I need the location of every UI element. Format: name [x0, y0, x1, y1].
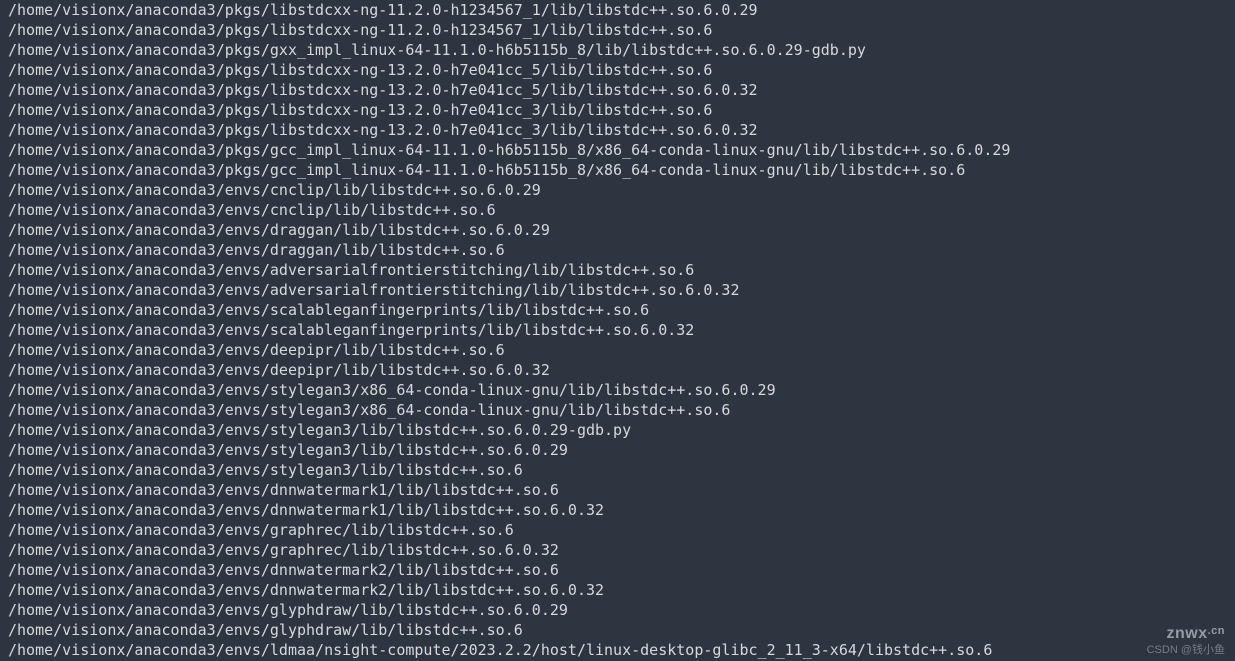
watermark-logo-suffix: .cn — [1208, 625, 1225, 637]
terminal-line: /home/visionx/anaconda3/envs/deepipr/lib… — [8, 340, 1227, 360]
terminal-line: /home/visionx/anaconda3/pkgs/libstdcxx-n… — [8, 80, 1227, 100]
terminal-line: /home/visionx/anaconda3/envs/ldmaa/nsigh… — [8, 640, 1227, 660]
terminal-line: /home/visionx/anaconda3/envs/scalablegan… — [8, 300, 1227, 320]
terminal-line: /home/visionx/anaconda3/pkgs/libstdcxx-n… — [8, 60, 1227, 80]
terminal-line: /home/visionx/anaconda3/pkgs/libstdcxx-n… — [8, 100, 1227, 120]
terminal-line: /home/visionx/anaconda3/envs/draggan/lib… — [8, 220, 1227, 240]
terminal-line: /home/visionx/anaconda3/envs/glyphdraw/l… — [8, 620, 1227, 640]
terminal-line: /home/visionx/anaconda3/envs/dnnwatermar… — [8, 560, 1227, 580]
terminal-line: /home/visionx/anaconda3/envs/stylegan3/x… — [8, 400, 1227, 420]
terminal-line: /home/visionx/anaconda3/envs/stylegan3/x… — [8, 380, 1227, 400]
terminal-line: /home/visionx/anaconda3/pkgs/gcc_impl_li… — [8, 160, 1227, 180]
terminal-line: /home/visionx/anaconda3/envs/dnnwatermar… — [8, 580, 1227, 600]
terminal-line: /home/visionx/anaconda3/envs/adversarial… — [8, 280, 1227, 300]
terminal-line: /home/visionx/anaconda3/envs/adversarial… — [8, 260, 1227, 280]
terminal-line: /home/visionx/anaconda3/envs/stylegan3/l… — [8, 420, 1227, 440]
terminal-line: /home/visionx/anaconda3/pkgs/libstdcxx-n… — [8, 120, 1227, 140]
terminal-line: /home/visionx/anaconda3/pkgs/libstdcxx-n… — [8, 20, 1227, 40]
terminal-line: /home/visionx/anaconda3/envs/glyphdraw/l… — [8, 600, 1227, 620]
terminal-line: /home/visionx/anaconda3/envs/graphrec/li… — [8, 540, 1227, 560]
terminal-line: /home/visionx/anaconda3/envs/dnnwatermar… — [8, 500, 1227, 520]
terminal-line: /home/visionx/anaconda3/envs/stylegan3/l… — [8, 440, 1227, 460]
terminal-output[interactable]: /home/visionx/anaconda3/pkgs/libstdcxx-n… — [0, 0, 1235, 660]
terminal-line: /home/visionx/anaconda3/pkgs/libstdcxx-n… — [8, 0, 1227, 20]
terminal-line: /home/visionx/anaconda3/pkgs/gxx_impl_li… — [8, 40, 1227, 60]
terminal-line: /home/visionx/anaconda3/envs/graphrec/li… — [8, 520, 1227, 540]
watermark-logo-text: znwx — [1166, 625, 1207, 642]
terminal-line: /home/visionx/anaconda3/pkgs/gcc_impl_li… — [8, 140, 1227, 160]
terminal-line: /home/visionx/anaconda3/envs/scalablegan… — [8, 320, 1227, 340]
terminal-line: /home/visionx/anaconda3/envs/cnclip/lib/… — [8, 200, 1227, 220]
terminal-line: /home/visionx/anaconda3/envs/draggan/lib… — [8, 240, 1227, 260]
terminal-line: /home/visionx/anaconda3/envs/stylegan3/l… — [8, 460, 1227, 480]
terminal-line: /home/visionx/anaconda3/envs/deepipr/lib… — [8, 360, 1227, 380]
terminal-line: /home/visionx/anaconda3/envs/cnclip/lib/… — [8, 180, 1227, 200]
terminal-line: /home/visionx/anaconda3/envs/dnnwatermar… — [8, 480, 1227, 500]
watermark-author: CSDN @钱小鱼 — [1147, 641, 1225, 657]
